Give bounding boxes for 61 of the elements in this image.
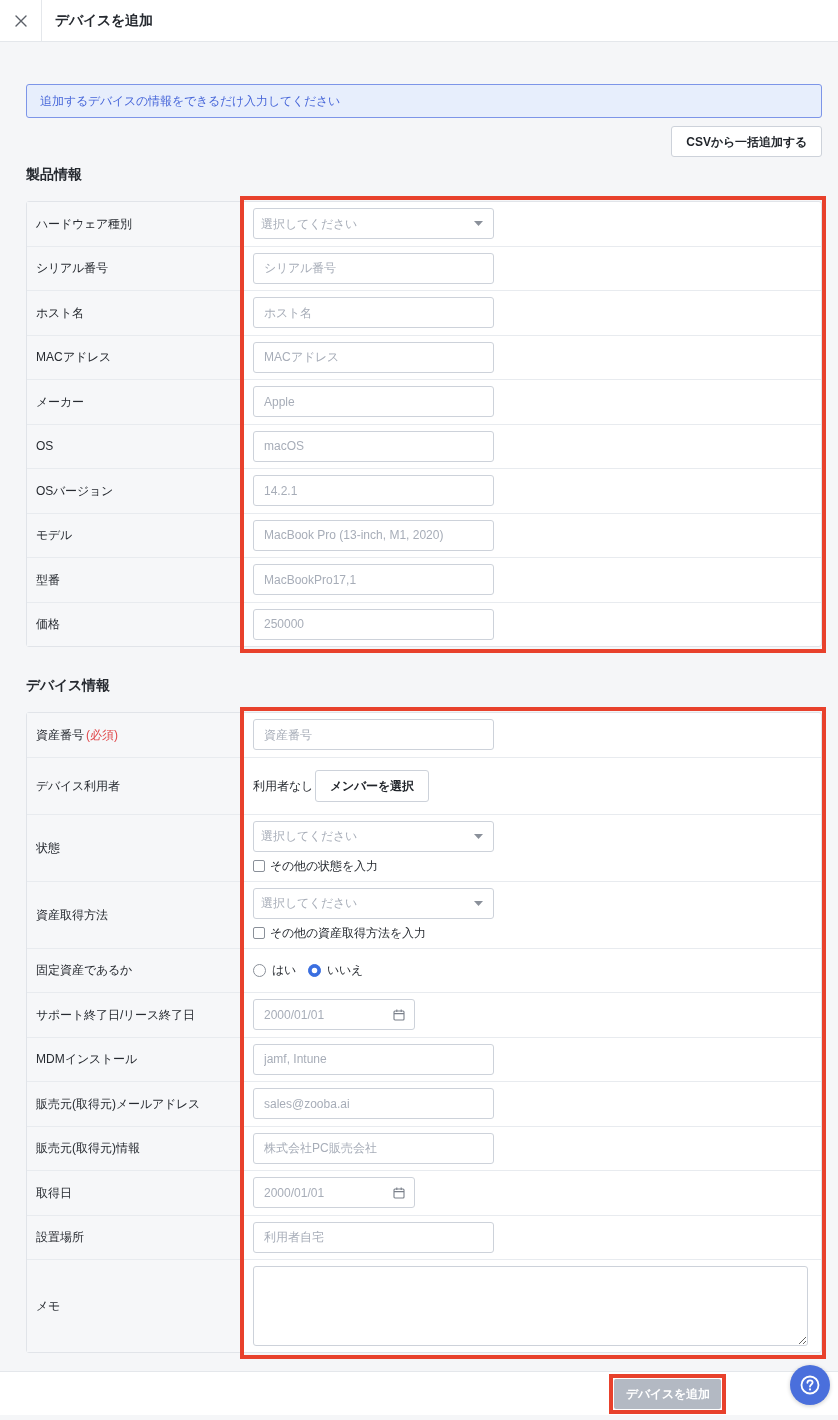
checkbox[interactable] bbox=[253, 860, 265, 872]
field-label: 取得日 bbox=[36, 1184, 72, 1202]
info-notice: 追加するデバイスの情報をできるだけ入力してください bbox=[26, 84, 822, 118]
field-label: MACアドレス bbox=[36, 349, 111, 367]
text-field[interactable]: MacBookPro17,1 bbox=[253, 564, 494, 596]
caret-down-icon[interactable] bbox=[474, 833, 483, 839]
csv-import-button[interactable]: CSVから一括追加する bbox=[671, 126, 822, 157]
field-label: サポート終了日/リース終了日 bbox=[36, 1006, 196, 1024]
field-label: 固定資産であるか bbox=[36, 962, 132, 980]
field-label: 価格 bbox=[36, 616, 60, 634]
radio-button[interactable] bbox=[253, 963, 266, 977]
checkbox[interactable] bbox=[253, 927, 265, 939]
text-field[interactable]: MacBook Pro (13-inch, M1, 2020) bbox=[253, 519, 494, 551]
member-status: 利用者なし bbox=[253, 777, 313, 795]
field-label: メーカー bbox=[36, 393, 84, 411]
field-label: デバイス利用者 bbox=[36, 777, 120, 795]
text-field[interactable]: 250000 bbox=[253, 608, 494, 640]
page-title: デバイスを追加 bbox=[55, 11, 153, 30]
section-heading: デバイス情報 bbox=[26, 676, 110, 695]
field-label: OSバージョン bbox=[36, 482, 114, 500]
section-heading: 製品情報 bbox=[26, 165, 82, 184]
field-label: MDMインストール bbox=[36, 1051, 137, 1069]
field-label: OS bbox=[36, 438, 54, 456]
help-button[interactable] bbox=[790, 1365, 830, 1405]
radio-label[interactable]: いいえ bbox=[327, 961, 363, 980]
field-label: モデル bbox=[36, 527, 72, 545]
text-field[interactable]: 株式会社PC販売会社 bbox=[253, 1132, 494, 1164]
field-label: 状態 bbox=[36, 839, 60, 857]
field-label: メモ bbox=[36, 1298, 60, 1315]
field-label: 設置場所 bbox=[36, 1229, 84, 1247]
text-field[interactable]: 利用者自宅 bbox=[253, 1221, 494, 1253]
text-field[interactable]: 資産番号 bbox=[253, 719, 494, 751]
field-label: 資産取得方法 bbox=[36, 906, 108, 924]
checkbox-label[interactable]: その他の資産取得方法を入力 bbox=[270, 924, 426, 942]
text-field[interactable]: jamf, Intune bbox=[253, 1043, 494, 1075]
caret-down-icon[interactable] bbox=[474, 221, 483, 227]
text-field[interactable]: MACアドレス bbox=[253, 341, 494, 373]
memo-field[interactable] bbox=[253, 1266, 808, 1346]
text-field[interactable]: 14.2.1 bbox=[253, 475, 494, 507]
calendar-icon[interactable] bbox=[393, 1008, 405, 1021]
field-label: ハードウェア種別 bbox=[36, 215, 132, 233]
text-field[interactable]: シリアル番号 bbox=[253, 252, 494, 284]
required-mark: (必須) bbox=[86, 726, 118, 744]
radio-label[interactable]: はい bbox=[272, 961, 296, 980]
field-label: 販売元(取得元)情報 bbox=[36, 1140, 140, 1158]
text-field[interactable]: sales@zooba.ai bbox=[253, 1088, 494, 1120]
select-member-button[interactable]: メンバーを選択 bbox=[315, 769, 429, 802]
help-icon[interactable] bbox=[800, 1375, 820, 1395]
close-icon[interactable] bbox=[14, 14, 27, 27]
text-field[interactable]: ホスト名 bbox=[253, 297, 494, 329]
radio-button[interactable] bbox=[308, 963, 321, 977]
text-field[interactable]: macOS bbox=[253, 430, 494, 462]
field-label: ホスト名 bbox=[36, 304, 84, 322]
field-label: シリアル番号 bbox=[36, 260, 108, 278]
caret-down-icon[interactable] bbox=[474, 900, 483, 906]
field-label: 販売元(取得元)メールアドレス bbox=[36, 1095, 200, 1113]
field-label: 資産番号 bbox=[36, 726, 84, 744]
field-label: 型番 bbox=[36, 571, 60, 589]
checkbox-label[interactable]: その他の状態を入力 bbox=[270, 857, 378, 875]
calendar-icon[interactable] bbox=[393, 1186, 405, 1199]
text-field[interactable]: Apple bbox=[253, 386, 494, 418]
